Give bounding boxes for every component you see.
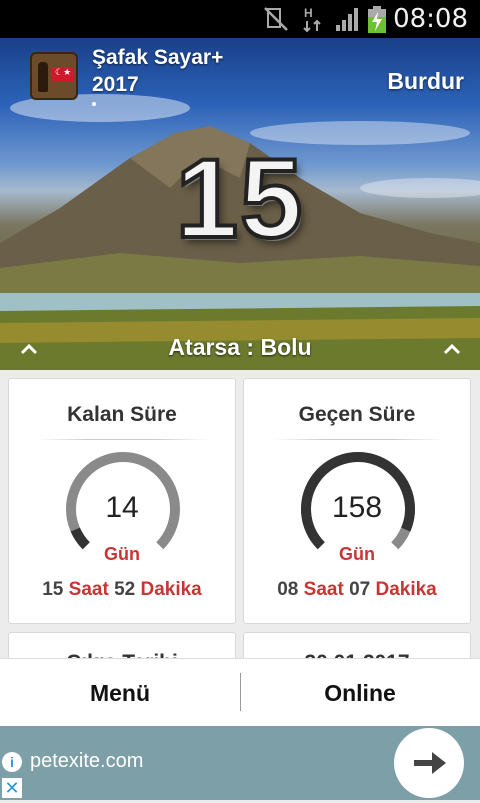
clock: 08:08 [393,4,468,34]
app-title-line2: 2017 [92,73,139,96]
hspa-data-icon: H [303,6,321,33]
menu-button[interactable]: Menü [0,659,240,727]
app-logo[interactable] [30,52,78,100]
divider [272,439,444,440]
card-title: Kalan Süre [67,403,177,426]
elapsed-days-value: 158 [331,491,383,524]
hours-value: 08 [277,579,299,600]
remaining-time-detail: 15 Saat 52 Dakika [9,579,235,601]
card-title: Geçen Süre [298,403,416,426]
city-label[interactable]: Burdur [387,68,464,95]
indicator-dot [92,102,96,106]
vibrate-mute-icon [264,7,288,31]
header-banner: Şafak Sayar+ 2017 Burdur 15 Atarsa : Bol… [0,38,480,370]
elapsed-time-card: Geçen Süre 158 Gün 08 Saat 07 Dakika [243,378,471,624]
hours-value: 15 [42,579,64,600]
ad-banner[interactable]: i ✕ petexite.com [0,726,480,800]
hours-label: Saat [303,579,344,600]
bottom-bar: Menü Online [0,658,480,726]
elapsed-days-unit: Gün [339,544,375,564]
signal-icon [336,8,358,31]
divider [37,439,209,440]
remaining-days-value: 14 [105,491,139,524]
ad-open-button[interactable] [394,728,464,798]
chevron-up-icon[interactable] [441,338,463,360]
app-title-line1: Şafak Sayar+ [92,46,224,69]
hours-label: Saat [68,579,109,600]
arrow-right-icon [414,752,446,774]
status-bar: H 08:08 [0,0,480,38]
soldier-icon [38,62,48,92]
app-title: Şafak Sayar+ 2017 [92,44,223,98]
minutes-label: Dakika [375,579,437,600]
svg-text:H: H [304,6,313,20]
remaining-days-unit: Gün [104,544,140,564]
turkish-flag-icon [52,67,74,82]
days-remaining-number: 15 [174,134,305,263]
remaining-time-card: Kalan Süre 14 Gün 15 Saat 52 Dakika [8,378,236,624]
ad-text[interactable]: petexite.com [30,750,143,773]
elapsed-time-detail: 08 Saat 07 Dakika [244,579,470,601]
battery-charging-icon [368,6,386,33]
route-label: Atarsa : Bolu [168,334,312,360]
ad-close-icon[interactable]: ✕ [2,778,22,798]
minutes-value: 52 [114,579,136,600]
minutes-label: Dakika [140,579,202,600]
minutes-value: 07 [349,579,371,600]
online-button[interactable]: Online [240,659,480,727]
ad-info-icon[interactable]: i [2,752,22,772]
